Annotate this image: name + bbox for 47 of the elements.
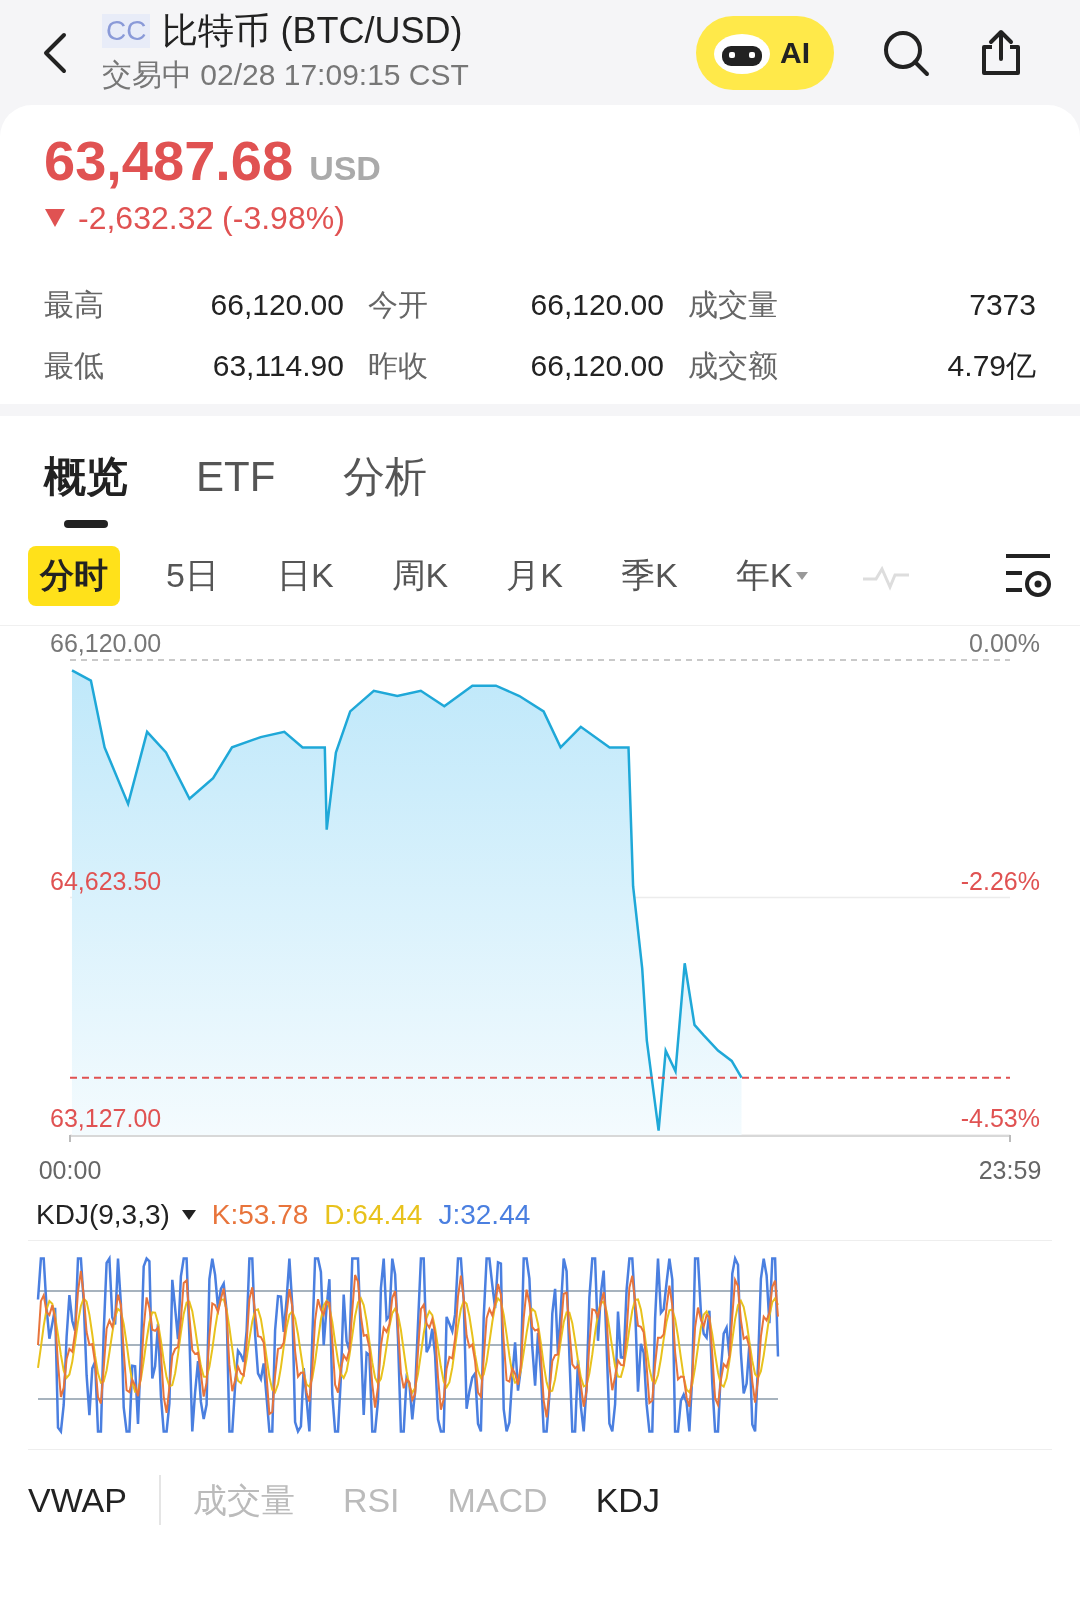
stat-value: 66,120.00 bbox=[209, 287, 344, 323]
indicator-selector[interactable]: KDJ(9,3,3) bbox=[36, 1194, 196, 1236]
percent-label: 0.00% bbox=[969, 630, 1040, 657]
asset-title: 比特币 (BTC/USD) bbox=[162, 10, 463, 51]
period-tab[interactable]: 年K bbox=[723, 545, 821, 606]
section-tab[interactable]: 概览 bbox=[44, 436, 128, 516]
stat-label: 最低 bbox=[44, 348, 105, 384]
stat-value: 66,120.00 bbox=[529, 287, 664, 323]
stat-value: 7373 bbox=[968, 287, 1036, 323]
stat-label: 最高 bbox=[44, 287, 105, 323]
y-axis-label: 64,623.50 bbox=[50, 866, 162, 895]
period-tab[interactable]: 5日 bbox=[154, 545, 231, 606]
kdj-reading: K:53.78 bbox=[211, 1198, 309, 1232]
trading-status: 交易中 02/28 17:09:15 CST bbox=[102, 56, 469, 93]
period-tab[interactable]: 周K bbox=[379, 545, 461, 606]
stat-label: 成交量 bbox=[687, 287, 779, 323]
stat-value: 63,114.90 bbox=[211, 348, 344, 384]
percent-label: -4.53% bbox=[960, 1104, 1040, 1132]
kdj-reading: J:32.44 bbox=[438, 1198, 531, 1232]
time-label: 23:59 bbox=[978, 1156, 1042, 1184]
y-axis-label: 66,120.00 bbox=[50, 630, 162, 657]
dropdown-caret-icon bbox=[181, 1210, 196, 1220]
indicator-tab[interactable]: VWAP bbox=[28, 1474, 127, 1526]
period-tab[interactable]: 月K bbox=[494, 545, 575, 606]
price-change: -2,632.32 (-3.98%) bbox=[78, 199, 345, 238]
y-axis-label: 63,127.00 bbox=[50, 1104, 162, 1132]
percent-label: -2.26% bbox=[960, 866, 1040, 895]
active-tab-indicator bbox=[64, 520, 108, 528]
search-icon[interactable] bbox=[882, 28, 930, 77]
indicator-tab[interactable]: KDJ bbox=[595, 1474, 660, 1526]
section-tab[interactable]: 分析 bbox=[343, 436, 428, 516]
section-tab[interactable]: ETF bbox=[196, 436, 276, 516]
current-price: 63,487.68 bbox=[44, 129, 294, 193]
stat-value: 4.79亿 bbox=[946, 348, 1036, 384]
time-label: 00:00 bbox=[38, 1156, 102, 1184]
currency-label: USD bbox=[309, 148, 381, 189]
period-tab[interactable]: 季K bbox=[609, 545, 690, 606]
settings-icon[interactable] bbox=[1004, 552, 1052, 599]
stat-label: 成交额 bbox=[687, 348, 779, 384]
period-tab[interactable]: 分时 bbox=[28, 545, 120, 606]
kdj-reading: D:64.44 bbox=[324, 1198, 423, 1232]
stat-label: 昨收 bbox=[367, 348, 429, 384]
period-tab[interactable]: 日K bbox=[264, 545, 346, 606]
crypto-badge: CC bbox=[102, 13, 151, 48]
ai-button[interactable]: AI bbox=[696, 15, 834, 90]
stat-label: 今开 bbox=[367, 287, 429, 323]
stat-value: 66,120.00 bbox=[529, 348, 664, 384]
